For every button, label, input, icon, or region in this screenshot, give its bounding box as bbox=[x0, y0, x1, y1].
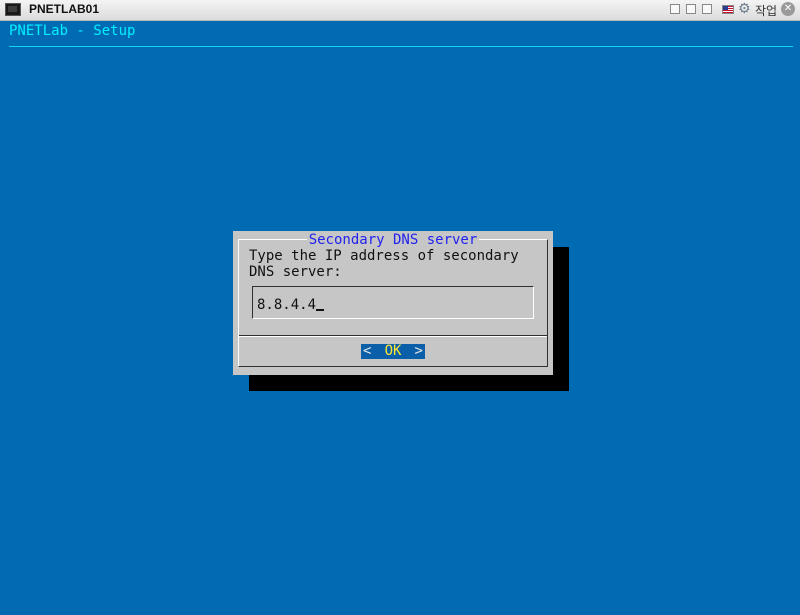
restore-icon[interactable] bbox=[670, 4, 680, 14]
us-flag-icon[interactable] bbox=[722, 5, 734, 14]
window-title: PNETLAB01 bbox=[29, 2, 100, 16]
text-cursor bbox=[316, 296, 325, 311]
resize-icon[interactable] bbox=[686, 4, 696, 14]
ok-right-bracket: > bbox=[414, 343, 423, 359]
ok-button[interactable]: < OK > bbox=[361, 344, 425, 359]
ok-left-bracket: < bbox=[363, 343, 372, 359]
vm-console-window: PNETLAB01 ⚙ 작업 ✕ PNETLab - Setup Seconda… bbox=[0, 0, 800, 615]
secondary-dns-input[interactable]: 8.8.4.4 bbox=[252, 286, 534, 319]
dialog-divider bbox=[239, 335, 547, 337]
dialog-title-text: Secondary DNS server bbox=[306, 232, 480, 248]
dialog-prompt: Type the IP address of secondary DNS ser… bbox=[249, 248, 519, 280]
close-icon[interactable]: ✕ bbox=[781, 2, 795, 16]
work-menu-label[interactable]: 작업 bbox=[755, 2, 777, 19]
dialog-title: Secondary DNS server bbox=[233, 231, 553, 249]
ok-label: OK bbox=[384, 343, 402, 359]
fullscreen-icon[interactable] bbox=[702, 4, 712, 14]
window-titlebar: PNETLAB01 ⚙ 작업 ✕ bbox=[0, 0, 800, 21]
input-value: 8.8.4.4 bbox=[257, 297, 317, 313]
console-divider bbox=[9, 46, 793, 47]
monitor-icon bbox=[5, 3, 21, 16]
dns-dialog: Secondary DNS server Type the IP address… bbox=[233, 231, 553, 375]
gear-icon[interactable]: ⚙ bbox=[738, 2, 752, 16]
console-title: PNETLab - Setup bbox=[9, 23, 136, 39]
